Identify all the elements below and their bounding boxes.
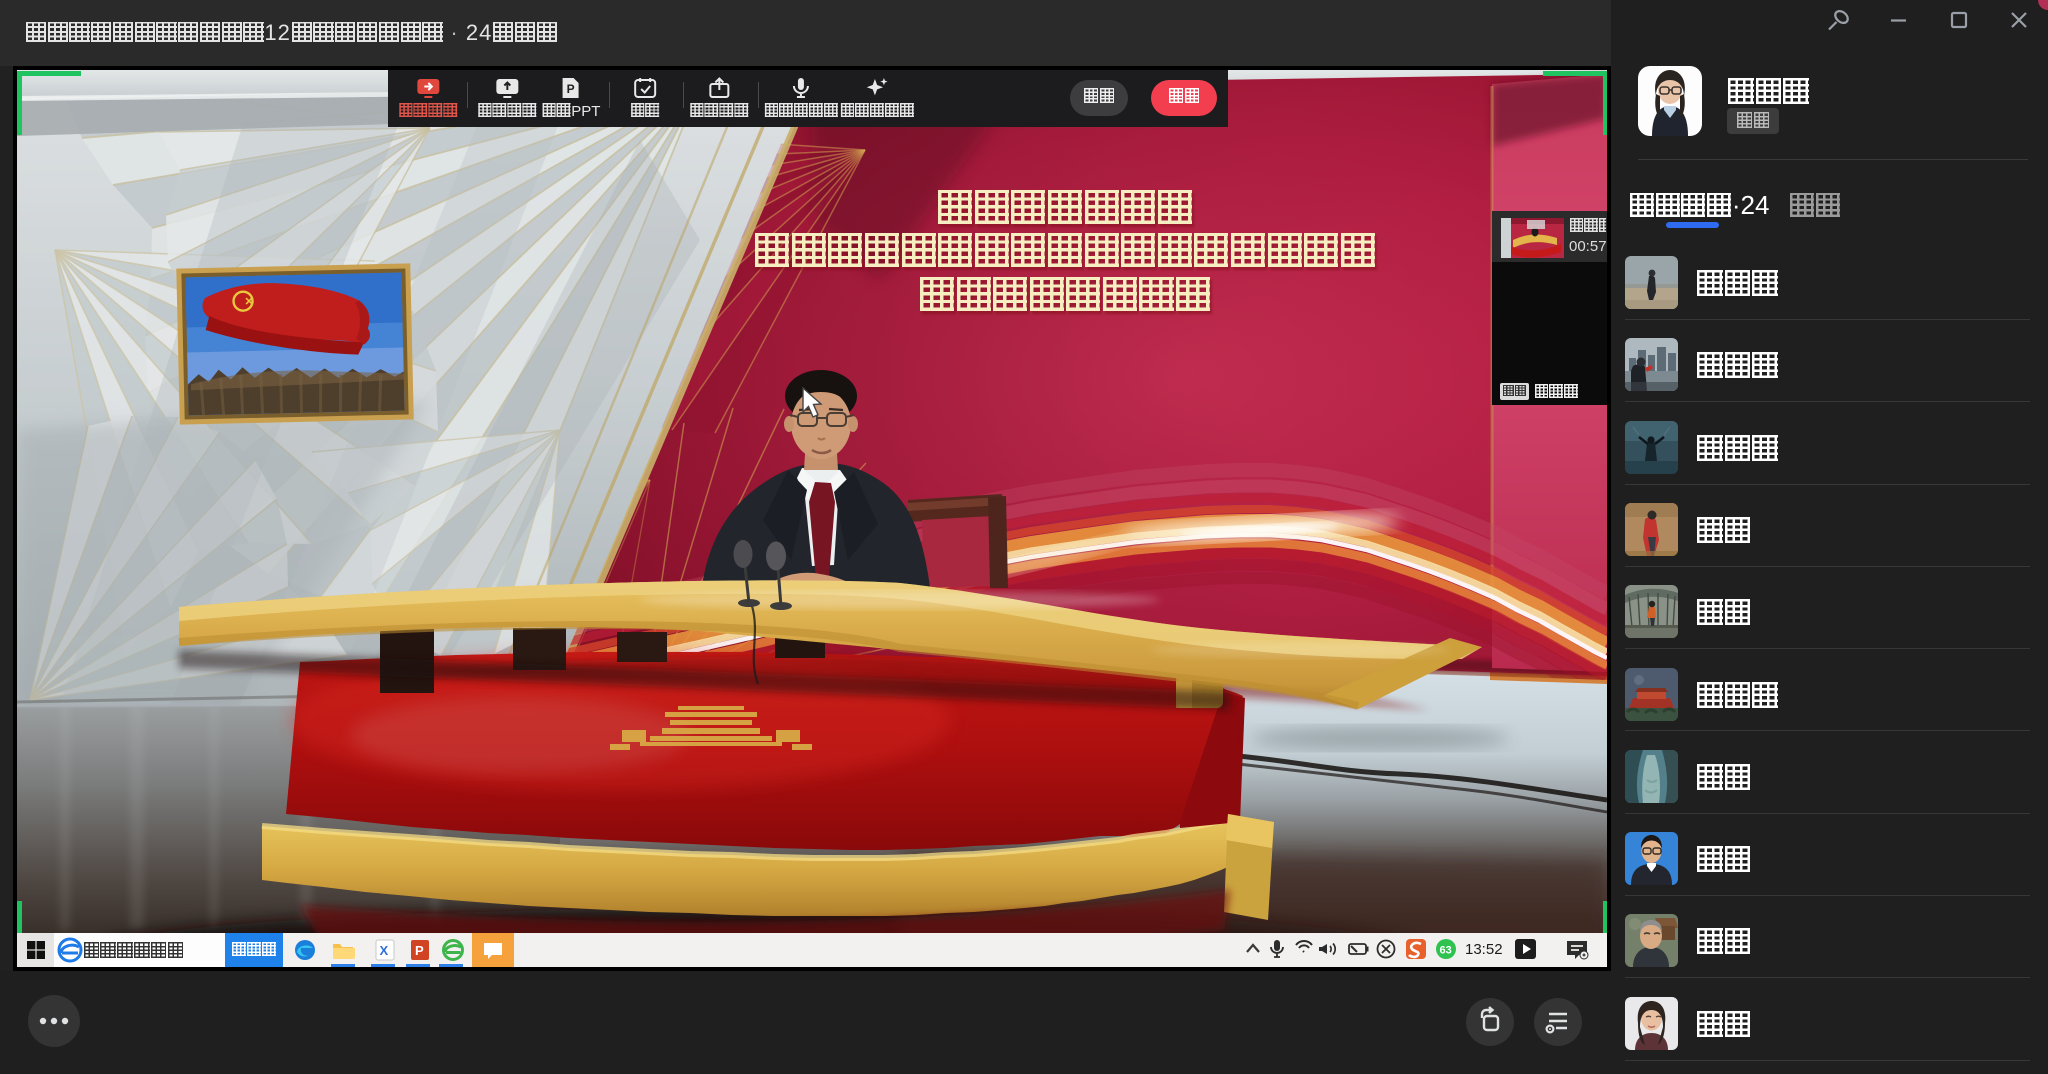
svg-text:X: X: [380, 943, 389, 958]
svg-text:63: 63: [1440, 945, 1452, 957]
svg-text:13:52: 13:52: [1465, 941, 1503, 958]
svg-text:P: P: [567, 82, 575, 96]
svg-text:P: P: [415, 943, 424, 958]
